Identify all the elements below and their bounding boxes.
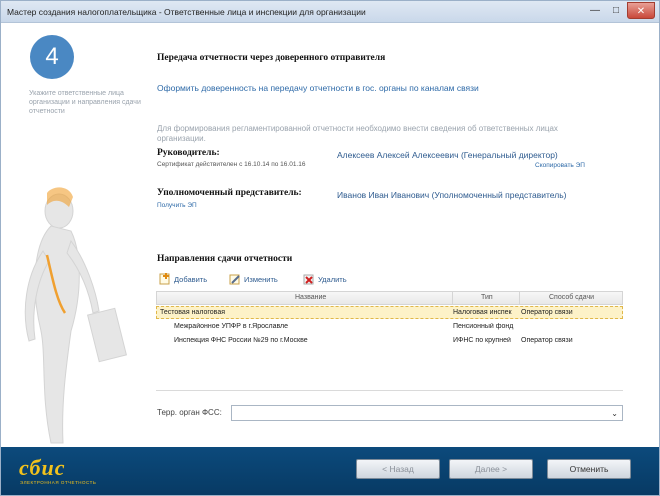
fss-select[interactable]: ⌄ [231, 405, 623, 421]
row-type: ИФНС по крупней [453, 337, 511, 344]
title-bar: Мастер создания налогоплательщика - Отве… [1, 1, 659, 23]
section-title-proxy: Передача отчетности через доверенного от… [157, 53, 386, 63]
column-method[interactable]: Способ сдачи [549, 294, 594, 301]
directions-title: Направления сдачи отчетности [157, 254, 293, 264]
maximize-button[interactable]: □ [606, 2, 626, 19]
cancel-button[interactable]: Отменить [547, 459, 631, 479]
director-certificate: Сертификат действителен с 16.10.14 по 16… [157, 161, 306, 168]
director-value[interactable]: Алексеев Алексей Алексеевич (Генеральный… [337, 150, 558, 160]
row-name: Тестовая налоговая [160, 309, 225, 316]
director-label: Руководитель: [157, 148, 220, 158]
info-text: Для формирования регламентированной отче… [157, 124, 558, 143]
add-icon [159, 273, 170, 285]
row-name: Межрайонное УПФР в г.Ярославле [174, 323, 289, 330]
power-of-attorney-link[interactable]: Оформить доверенность на передачу отчетн… [157, 83, 479, 93]
minimize-button[interactable]: — [585, 2, 605, 19]
add-button-label: Добавить [174, 274, 208, 284]
bottom-bar: сбис ЭЛЕКТРОННАЯ ОТЧЕТНОСТЬ < Назад Дале… [1, 447, 659, 495]
row-type: Пенсионный фонд [453, 323, 514, 330]
chevron-down-icon[interactable]: ⌄ [611, 409, 618, 418]
table-header: Название Тип Способ сдачи [156, 291, 623, 305]
get-signature-link[interactable]: Получить ЭП [157, 202, 197, 209]
step-hint: Укажите ответственные лица организации и… [29, 90, 141, 115]
directions-table: Название Тип Способ сдачи Тестовая налог… [156, 291, 623, 351]
row-name: Инспекция ФНС России №29 по г.Москве [174, 337, 308, 344]
edit-button[interactable]: Изменить [229, 271, 278, 287]
fss-label: Терр. орган ФСС: [157, 408, 222, 417]
table-row[interactable]: Межрайонное УПФР в г.Ярославле Пенсионны… [156, 321, 623, 334]
sbis-logo-subtitle: ЭЛЕКТРОННАЯ ОТЧЕТНОСТЬ [20, 480, 97, 485]
delete-button[interactable]: Удалить [303, 271, 347, 287]
next-button[interactable]: Далее > [449, 459, 533, 479]
row-type: Налоговая инспек [453, 309, 512, 316]
edit-button-label: Изменить [244, 274, 278, 284]
step-number-badge: 4 [30, 35, 74, 79]
wizard-window: Мастер создания налогоплательщика - Отве… [0, 0, 660, 496]
close-button[interactable]: ✕ [627, 2, 655, 19]
edit-icon [229, 274, 240, 285]
copy-signature-link[interactable]: Скопировать ЭП [535, 162, 585, 169]
row-method: Оператор связи [521, 337, 573, 344]
add-button[interactable]: Добавить [159, 271, 207, 287]
table-row[interactable]: Тестовая налоговая Налоговая инспек Опер… [156, 306, 623, 319]
representative-value[interactable]: Иванов Иван Иванович (Уполномоченный пре… [337, 190, 566, 200]
woman-illustration [24, 187, 127, 444]
column-type[interactable]: Тип [481, 294, 493, 301]
table-row[interactable]: Инспекция ФНС России №29 по г.Москве ИФН… [156, 335, 623, 348]
column-name[interactable]: Название [295, 294, 326, 301]
window-title: Мастер создания налогоплательщика - Отве… [7, 7, 366, 17]
divider [156, 390, 623, 391]
row-method: Оператор связи [521, 309, 573, 316]
delete-button-label: Удалить [318, 274, 347, 284]
sbis-logo: сбис [19, 455, 66, 480]
representative-label: Уполномоченный представитель: [157, 188, 302, 198]
back-button[interactable]: < Назад [356, 459, 440, 479]
delete-icon [303, 274, 314, 285]
